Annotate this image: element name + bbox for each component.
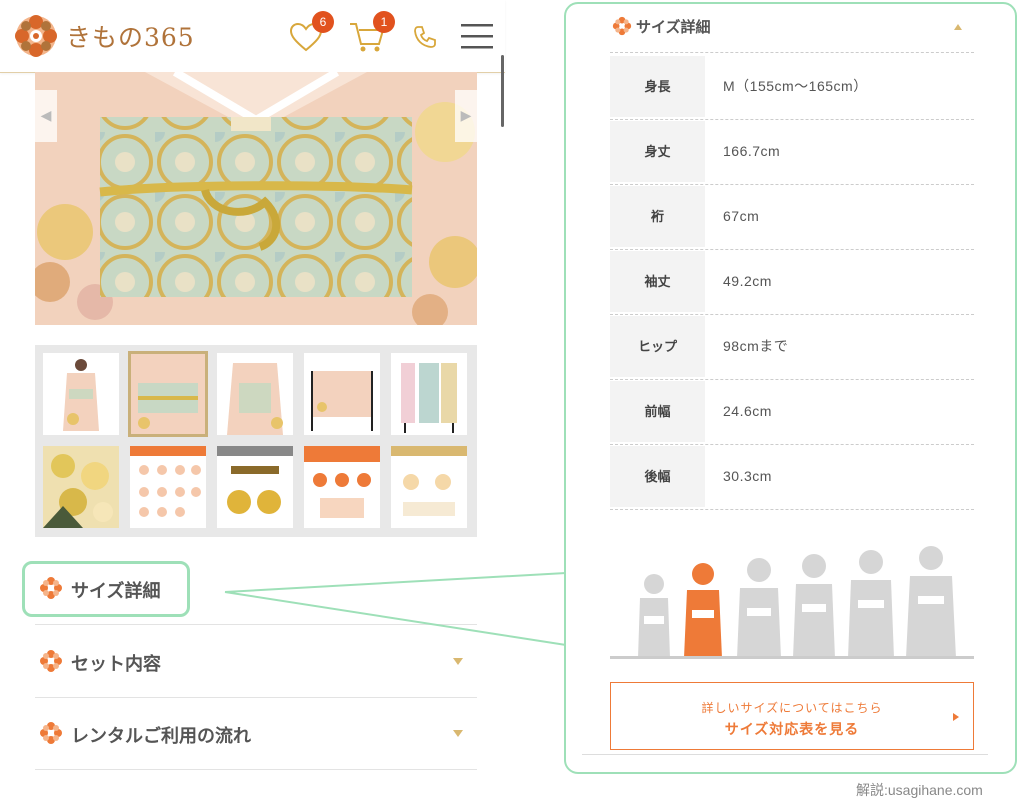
size-value: 49.2cm bbox=[723, 273, 772, 289]
size-row: 袖丈 49.2cm bbox=[610, 249, 974, 315]
figure-m bbox=[684, 563, 722, 658]
figures-baseline bbox=[610, 656, 974, 659]
size-row: 裄 67cm bbox=[610, 184, 974, 250]
figure-s bbox=[638, 574, 670, 658]
chevron-right-icon bbox=[953, 713, 959, 721]
size-row: 身丈 166.7cm bbox=[610, 119, 974, 185]
size-key: 後幅 bbox=[610, 446, 705, 507]
figure-ll bbox=[793, 554, 835, 658]
size-chart-label: サイズ対応表を見る bbox=[724, 721, 860, 737]
size-value: M（155cm〜165cm） bbox=[723, 78, 868, 94]
size-row: ヒップ 98cmまで bbox=[610, 314, 974, 380]
chevron-up-icon[interactable] bbox=[954, 24, 962, 30]
size-key: 身長 bbox=[610, 56, 705, 117]
size-key: ヒップ bbox=[610, 316, 705, 377]
flower-crest-icon bbox=[612, 16, 632, 36]
size-value: 30.3cm bbox=[723, 468, 772, 484]
figure-3l bbox=[848, 550, 894, 658]
size-key: 身丈 bbox=[610, 121, 705, 182]
size-row: 後幅 30.3cm bbox=[610, 444, 974, 510]
size-details-panel: サイズ詳細 身長 M（155cm〜165cm） 身丈 166.7cm 裄 67c… bbox=[564, 2, 1017, 774]
size-chart-button[interactable]: 詳しいサイズについてはこちら サイズ対応表を見る bbox=[610, 682, 974, 750]
size-key: 袖丈 bbox=[610, 251, 705, 312]
size-row: 前幅 24.6cm bbox=[610, 379, 974, 445]
size-key: 裄 bbox=[610, 186, 705, 247]
size-value: 98cmまで bbox=[723, 338, 789, 354]
size-key: 前幅 bbox=[610, 381, 705, 442]
size-value: 24.6cm bbox=[723, 403, 772, 419]
figure-4l bbox=[906, 546, 956, 658]
size-figures-illustration bbox=[638, 546, 956, 658]
credit-text: 解説:usagihane.com bbox=[856, 782, 983, 798]
figure-l bbox=[737, 558, 781, 658]
size-row: 身長 M（155cm〜165cm） bbox=[610, 54, 974, 120]
divider bbox=[610, 52, 974, 53]
size-chart-subtext: 詳しいサイズについてはこちら bbox=[701, 701, 883, 715]
size-value: 166.7cm bbox=[723, 143, 781, 159]
size-value: 67cm bbox=[723, 208, 760, 224]
divider bbox=[582, 754, 988, 755]
panel-title[interactable]: サイズ詳細 bbox=[636, 16, 711, 37]
